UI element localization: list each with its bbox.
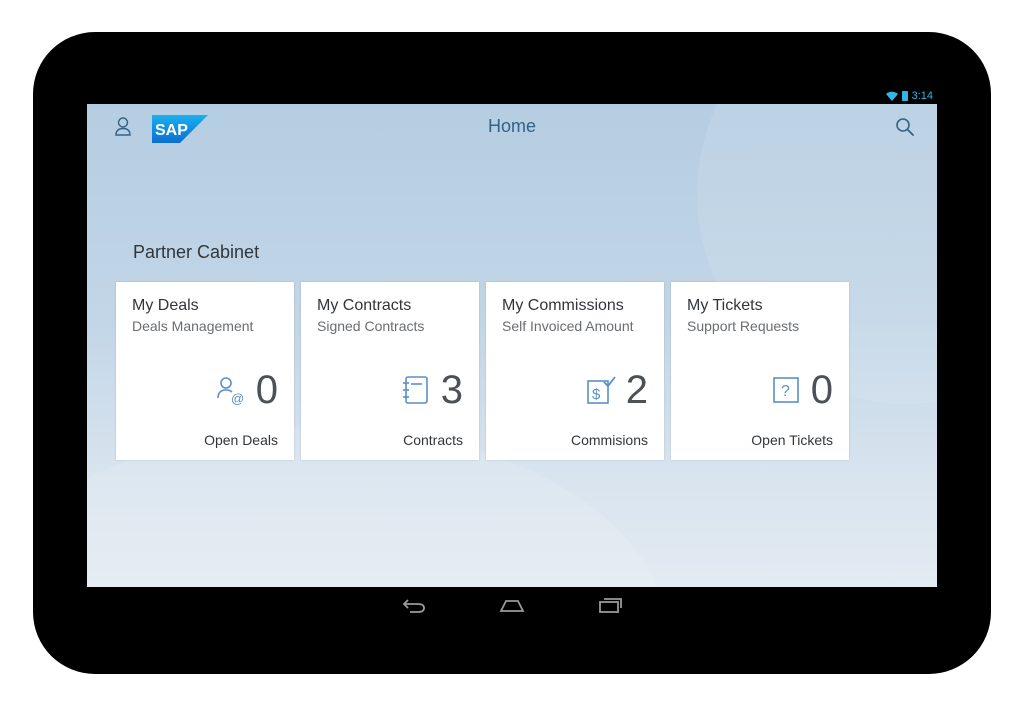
tile-kpi: ? 0: [771, 368, 833, 412]
tile-value: 0: [255, 368, 278, 412]
status-time: 3:14: [911, 90, 933, 102]
tile-subtitle: Signed Contracts: [317, 318, 425, 334]
tile-title: My Tickets: [687, 297, 763, 314]
tile-subtitle: Deals Management: [132, 318, 254, 334]
app-screen: SAP Home Partner Cabinet My Deals Deals …: [87, 104, 937, 587]
svg-text:@: @: [231, 391, 244, 405]
home-icon[interactable]: [498, 596, 526, 614]
wifi-icon: [885, 91, 898, 101]
tile-my-deals[interactable]: My Deals Deals Management @ 0 Open Deals: [116, 282, 294, 460]
tile-title: My Deals: [132, 297, 199, 314]
tile-my-tickets[interactable]: My Tickets Support Requests ? 0 Open Tic…: [671, 282, 849, 460]
svg-text:$: $: [592, 386, 601, 403]
tile-footer: Commisions: [570, 432, 648, 448]
tile-value: 2: [625, 368, 648, 412]
tile-subtitle: Support Requests: [687, 318, 800, 334]
tile-my-contracts[interactable]: My Contracts Signed Contracts 3 Contract…: [301, 282, 479, 460]
tile-kpi: @ 0: [216, 368, 278, 412]
svg-text:?: ?: [781, 383, 790, 400]
android-nav-bar: [400, 592, 624, 618]
tile-footer: Open Tickets: [751, 432, 833, 448]
battery-icon: [901, 91, 908, 101]
question-icon: ?: [772, 377, 799, 403]
tile-my-commissions[interactable]: My Commissions Self Invoiced Amount $ 2 …: [486, 282, 664, 460]
page-title[interactable]: Home: [87, 116, 937, 137]
user-at-icon: @: [216, 377, 244, 405]
tile-value: 0: [810, 368, 833, 412]
tile-footer: Open Deals: [204, 432, 278, 448]
tile-container: My Deals Deals Management @ 0 Open Deals…: [116, 282, 849, 460]
tile-kpi: $ 2: [586, 368, 648, 412]
tile-subtitle: Self Invoiced Amount: [502, 318, 634, 334]
android-status-bar: 3:14: [87, 88, 937, 104]
tile-value: 3: [440, 368, 463, 412]
search-icon[interactable]: [895, 117, 915, 137]
invoice-check-icon: $: [586, 376, 616, 404]
recent-apps-icon[interactable]: [596, 596, 624, 614]
group-title: Partner Cabinet: [133, 242, 260, 262]
shell-bar: SAP Home: [87, 104, 937, 150]
tile-footer: Contracts: [403, 432, 463, 448]
tile-kpi: 3: [401, 368, 463, 412]
notebook-icon: [402, 376, 428, 404]
tile-title: My Commissions: [502, 297, 624, 314]
back-icon[interactable]: [400, 596, 428, 614]
tile-title: My Contracts: [317, 297, 412, 314]
